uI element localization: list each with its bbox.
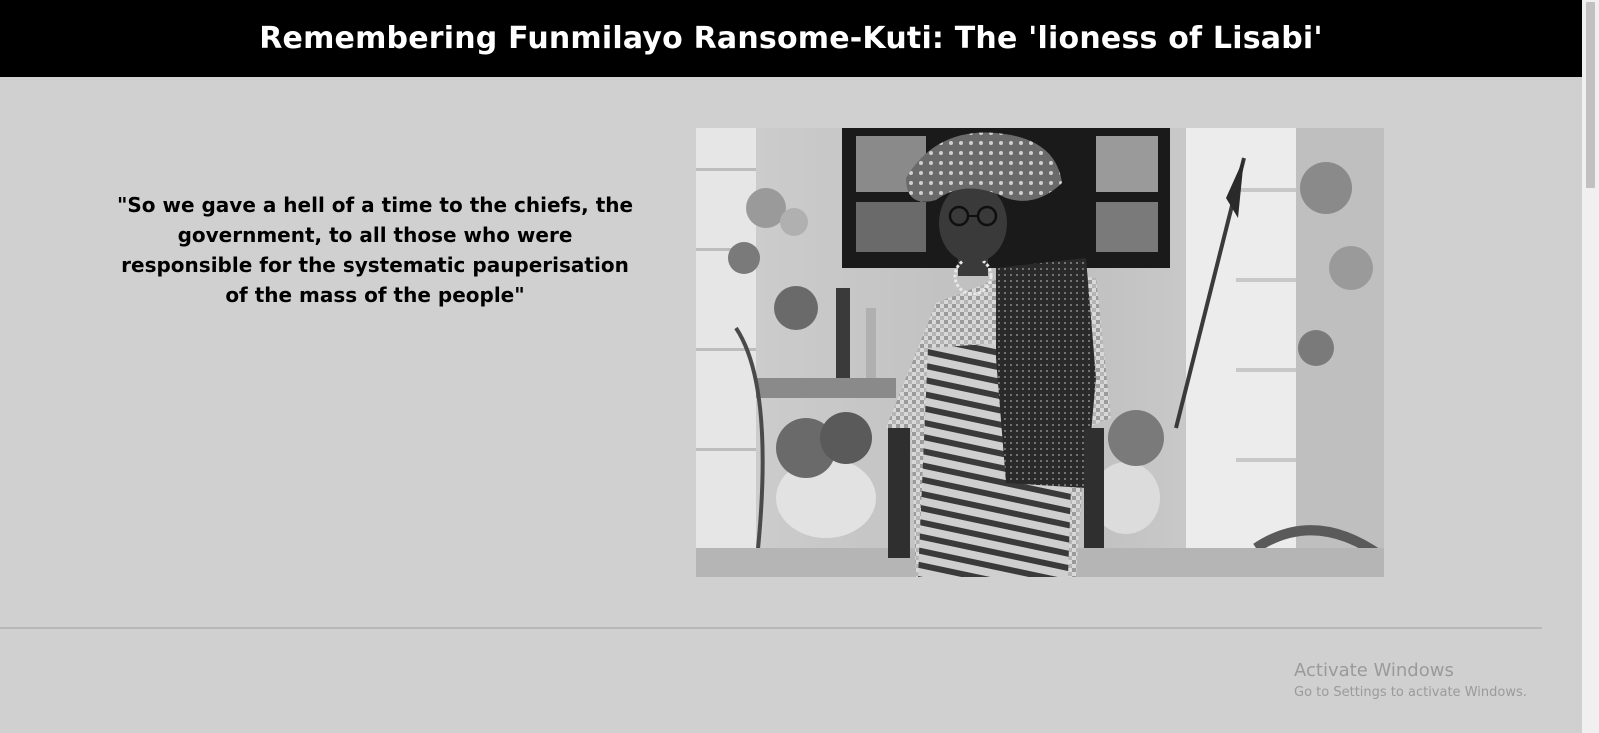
vertical-scrollbar[interactable]	[1582, 0, 1599, 733]
page-header: Remembering Funmilayo Ransome-Kuti: The …	[0, 0, 1582, 77]
portrait-photo	[696, 128, 1384, 577]
section-divider	[0, 627, 1542, 629]
watermark-title: Activate Windows	[1294, 660, 1454, 681]
windows-activation-watermark: Activate Windows Go to Settings to activ…	[1294, 659, 1527, 703]
page-title: Remembering Funmilayo Ransome-Kuti: The …	[259, 21, 1323, 56]
quote-text: "So we gave a hell of a time to the chie…	[116, 193, 634, 307]
page: Remembering Funmilayo Ransome-Kuti: The …	[0, 0, 1599, 733]
watermark-subtitle: Go to Settings to activate Windows.	[1294, 685, 1527, 700]
scrollbar-thumb[interactable]	[1586, 2, 1595, 188]
